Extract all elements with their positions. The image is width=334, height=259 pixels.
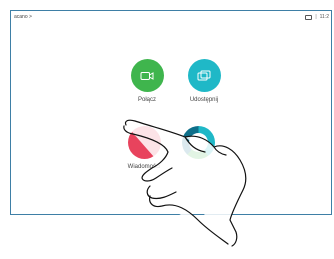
hand-pointer-icon bbox=[123, 119, 247, 247]
